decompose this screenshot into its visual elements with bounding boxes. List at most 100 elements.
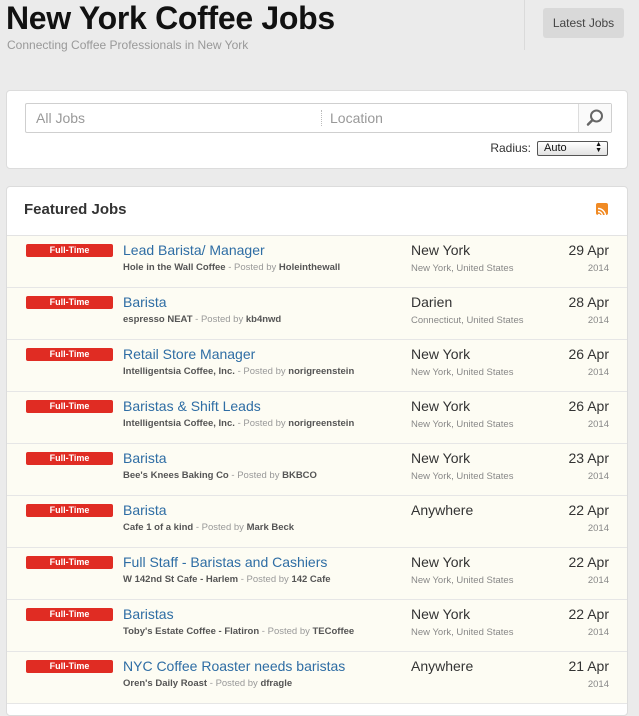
job-city: Anywhere (411, 502, 474, 518)
job-region: New York, United States (411, 419, 514, 430)
job-date: 29 Apr (568, 242, 609, 258)
job-title-link[interactable]: Lead Barista/ Manager (123, 242, 265, 258)
job-region: New York, United States (411, 575, 514, 586)
job-company: Toby's Estate Coffee - Flatiron (123, 626, 260, 637)
header-divider (524, 0, 525, 50)
job-year: 2014 (587, 575, 609, 586)
job-city: New York (411, 554, 471, 570)
job-type-badge: Full-Time (26, 556, 113, 569)
site-title[interactable]: New York Coffee Jobs (6, 0, 335, 38)
job-city: New York (411, 346, 471, 362)
job-year: 2014 (587, 471, 609, 482)
rss-icon[interactable] (596, 203, 608, 217)
job-poster: norigreenstein (288, 366, 355, 377)
job-title-link[interactable]: Barista (123, 294, 167, 310)
job-company: Bee's Knees Baking Co (123, 470, 229, 481)
job-region: New York, United States (411, 367, 514, 378)
job-region: New York, United States (411, 263, 514, 274)
job-meta: Oren's Daily Roast - Posted by dfragle (123, 678, 292, 689)
job-poster: BKBCO (282, 470, 317, 481)
job-meta: Hole in the Wall Coffee - Posted by Hole… (123, 262, 340, 273)
job-meta: Toby's Estate Coffee - Flatiron - Posted… (123, 626, 354, 637)
job-date: 28 Apr (568, 294, 609, 310)
job-title-link[interactable]: NYC Coffee Roaster needs baristas (123, 658, 345, 674)
job-company: Hole in the Wall Coffee (123, 262, 226, 273)
job-type-badge: Full-Time (26, 400, 113, 413)
job-poster: TECoffee (312, 626, 355, 637)
job-date: 21 Apr (568, 658, 609, 674)
job-year: 2014 (587, 315, 609, 326)
keyword-input[interactable] (26, 104, 320, 132)
job-listing-row[interactable]: Full-Time NYC Coffee Roaster needs baris… (7, 652, 627, 704)
job-company: espresso NEAT (123, 314, 193, 325)
job-poster: Holeinthewall (278, 262, 341, 273)
job-date: 22 Apr (568, 554, 609, 570)
job-listing-row[interactable]: Full-Time Baristas & Shift Leads Intelli… (7, 392, 627, 444)
job-year: 2014 (587, 679, 609, 690)
job-meta: Intelligentsia Coffee, Inc. - Posted by … (123, 366, 354, 377)
job-type-badge: Full-Time (26, 244, 113, 257)
job-listing-row[interactable]: Full-Time Barista Bee's Knees Baking Co … (7, 444, 627, 496)
job-region: Connecticut, United States (411, 315, 524, 326)
job-date: 23 Apr (568, 450, 609, 466)
job-year: 2014 (587, 523, 609, 534)
search-form (25, 103, 612, 133)
job-listing-row[interactable]: Full-Time Lead Barista/ Manager Hole in … (7, 236, 627, 288)
job-region: New York, United States (411, 471, 514, 482)
job-type-badge: Full-Time (26, 348, 113, 361)
job-date: 22 Apr (568, 502, 609, 518)
posted-by-label: Posted by (234, 262, 277, 273)
job-poster: 142 Cafe (291, 574, 331, 585)
job-meta: espresso NEAT - Posted by kb4nwd (123, 314, 281, 325)
job-date: 26 Apr (568, 346, 609, 362)
job-title-link[interactable]: Barista (123, 502, 167, 518)
posted-by-label: Posted by (237, 470, 280, 481)
job-city: Anywhere (411, 658, 474, 674)
job-meta: Intelligentsia Coffee, Inc. - Posted by … (123, 418, 354, 429)
search-button[interactable] (578, 104, 611, 132)
job-type-badge: Full-Time (26, 608, 113, 621)
job-title-link[interactable]: Retail Store Manager (123, 346, 255, 362)
job-title-link[interactable]: Baristas & Shift Leads (123, 398, 261, 414)
job-year: 2014 (587, 419, 609, 430)
site-tagline: Connecting Coffee Professionals in New Y… (7, 38, 249, 52)
job-title-link[interactable]: Barista (123, 450, 167, 466)
posted-by-label: Posted by (201, 522, 244, 533)
job-listing-row[interactable]: Full-Time Baristas Toby's Estate Coffee … (7, 600, 627, 652)
job-type-badge: Full-Time (26, 504, 113, 517)
job-listing-row[interactable]: Full-Time Full Staff - Baristas and Cash… (7, 548, 627, 600)
job-city: New York (411, 450, 471, 466)
job-listing-row[interactable]: Full-Time Barista espresso NEAT - Posted… (7, 288, 627, 340)
radius-select[interactable]: Auto ▲ ▼ (537, 140, 608, 156)
job-listing-row[interactable]: Full-Time Barista Cafe 1 of a kind - Pos… (7, 496, 627, 548)
job-city: Darien (411, 294, 453, 310)
job-list: Full-Time Lead Barista/ Manager Hole in … (7, 236, 627, 704)
select-arrows-icon: ▲ ▼ (595, 140, 602, 154)
job-company: Oren's Daily Roast (123, 678, 208, 689)
job-meta: Cafe 1 of a kind - Posted by Mark Beck (123, 522, 294, 533)
latest-jobs-button[interactable]: Latest Jobs (543, 8, 624, 38)
radius-label: Radius: (490, 141, 531, 155)
posted-by-label: Posted by (243, 366, 286, 377)
posted-by-label: Posted by (200, 314, 244, 325)
job-company: Intelligentsia Coffee, Inc. (123, 418, 235, 429)
radius-value: Auto (544, 141, 567, 154)
posted-by-label: Posted by (246, 574, 289, 585)
job-company: Intelligentsia Coffee, Inc. (123, 366, 235, 377)
radius-control: Radius: Auto ▲ ▼ (490, 140, 608, 156)
search-panel: Radius: Auto ▲▼ (6, 90, 628, 169)
job-poster: kb4nwd (245, 314, 282, 325)
job-meta: W 142nd St Cafe - Harlem - Posted by 142… (123, 574, 331, 585)
job-poster: norigreenstein (288, 418, 355, 429)
job-year: 2014 (587, 627, 609, 638)
job-title-link[interactable]: Full Staff - Baristas and Cashiers (123, 554, 327, 570)
job-title-link[interactable]: Baristas (123, 606, 174, 622)
job-meta: Bee's Knees Baking Co - Posted by BKBCO (123, 470, 317, 481)
job-company: Cafe 1 of a kind (123, 522, 194, 533)
location-input[interactable] (320, 104, 578, 132)
posted-by-label: Posted by (215, 678, 258, 689)
job-listing-row[interactable]: Full-Time Retail Store Manager Intellige… (7, 340, 627, 392)
job-company: W 142nd St Cafe - Harlem (123, 574, 239, 585)
job-city: New York (411, 242, 471, 258)
featured-jobs-panel: Featured Jobs Full-Time Lead Barista/ Ma… (6, 186, 628, 716)
